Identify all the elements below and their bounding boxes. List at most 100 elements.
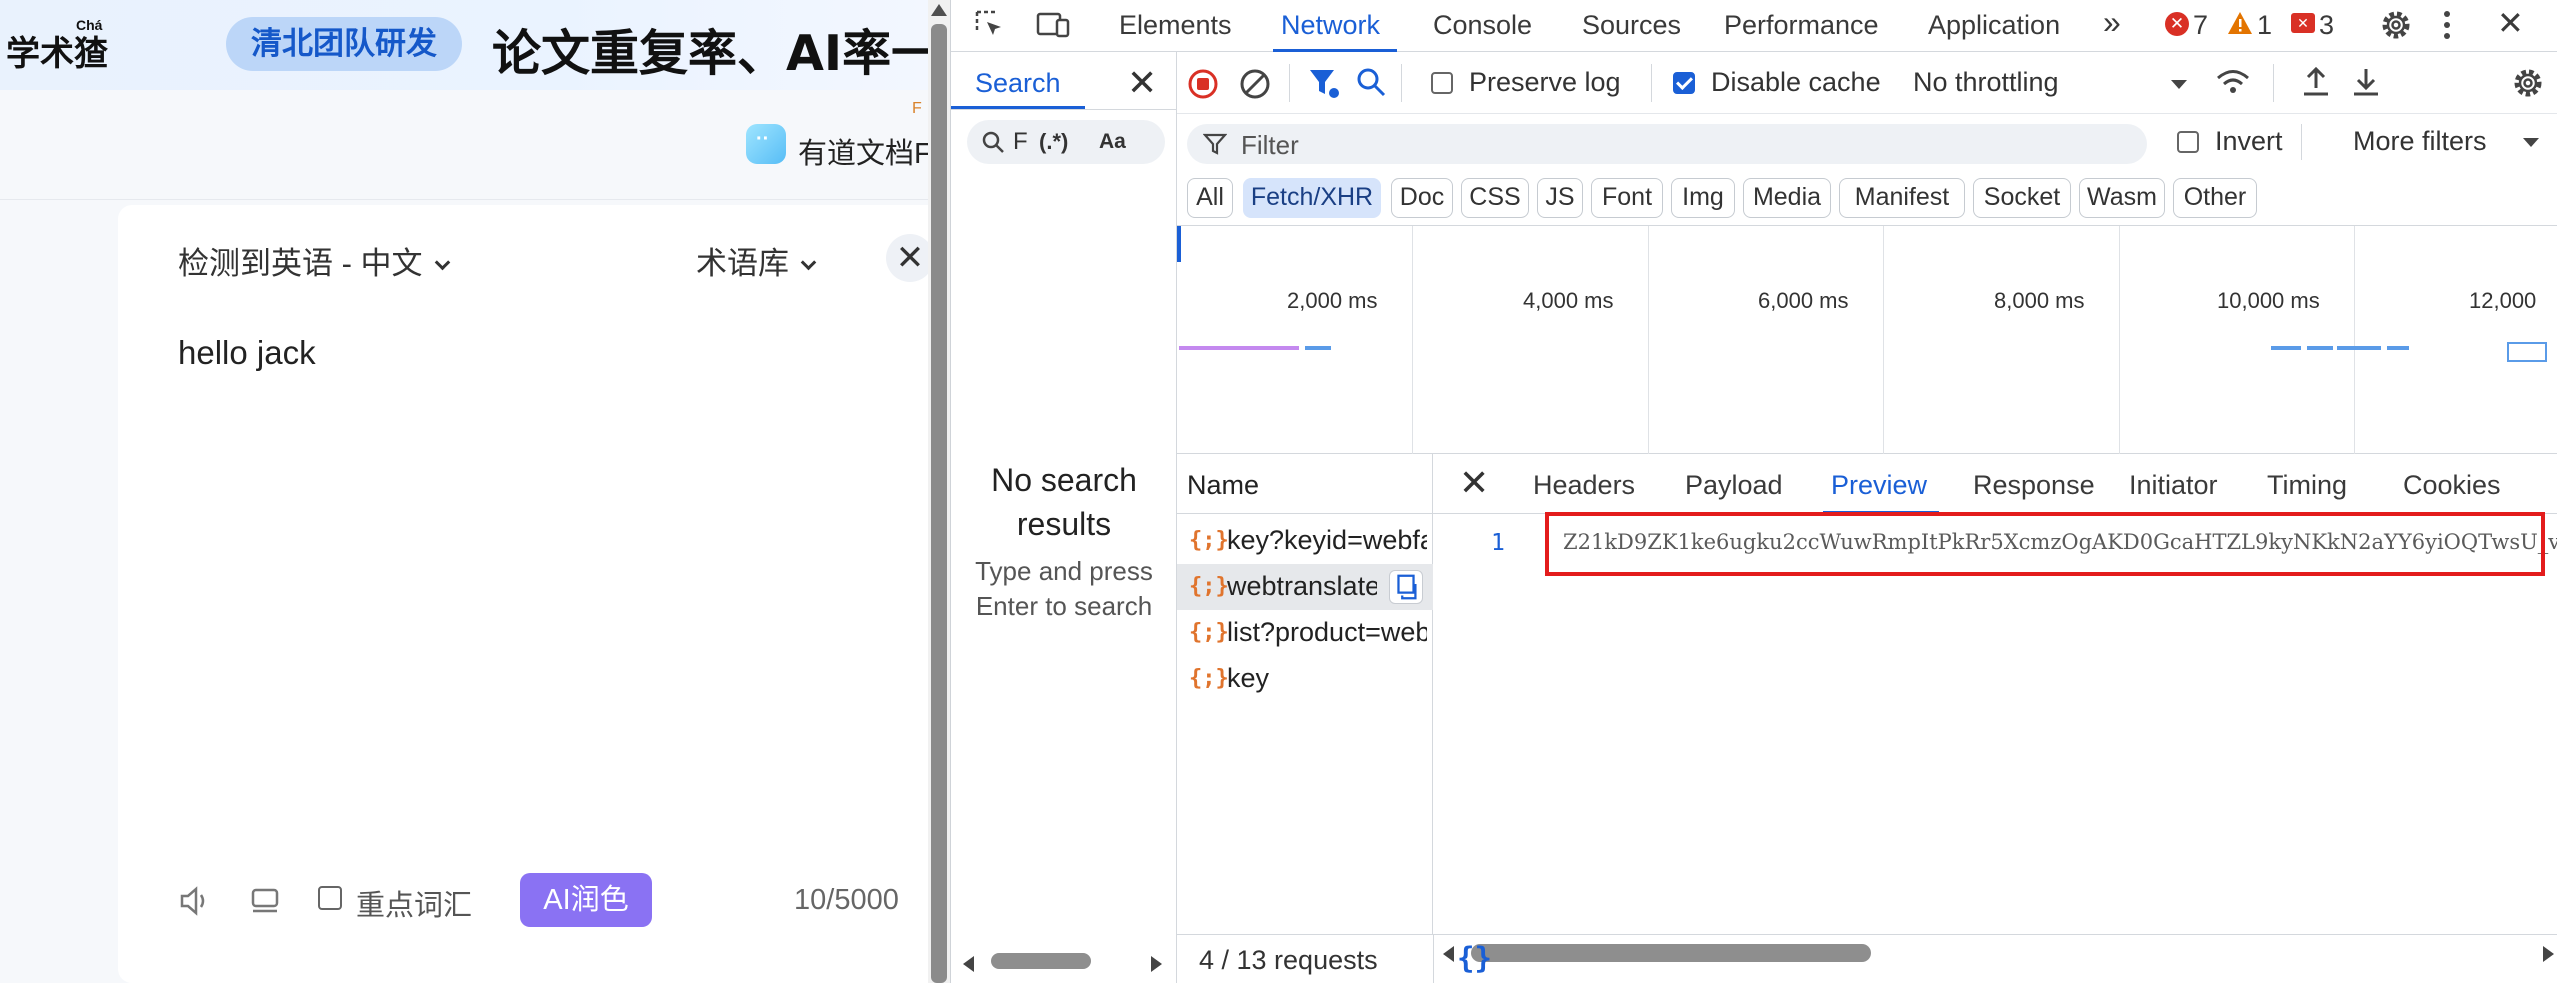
issues-icon[interactable]: ✕	[2291, 13, 2315, 33]
tab-performance[interactable]: Performance	[1724, 10, 1879, 41]
network-overview-timeline[interactable]: 2,000 ms 4,000 ms 6,000 ms 8,000 ms 10,0…	[1177, 226, 2557, 454]
invert-checkbox[interactable]	[2177, 131, 2199, 153]
detail-tab-cookies[interactable]: Cookies	[2403, 470, 2501, 501]
import-har-icon[interactable]	[2301, 66, 2331, 98]
tab-application[interactable]: Application	[1928, 10, 2060, 41]
type-filter-all[interactable]: All	[1187, 178, 1233, 218]
request-row[interactable]: {;} key	[1177, 656, 1433, 702]
page-scrollbar-thumb[interactable]	[931, 24, 947, 983]
more-options-icon[interactable]	[2441, 8, 2453, 42]
timeline-range-handle[interactable]	[1177, 226, 1181, 262]
close-search-button[interactable]: ✕	[1127, 62, 1157, 104]
detail-tab-timing[interactable]: Timing	[2267, 470, 2347, 501]
request-detail-pane: ✕ Headers Payload Preview Response Initi…	[1433, 454, 2557, 962]
type-filter-js[interactable]: JS	[1537, 178, 1583, 218]
type-filter-fetch-xhr[interactable]: Fetch/XHR	[1243, 178, 1381, 218]
timeline-gridline	[1648, 226, 1649, 454]
tab-console[interactable]: Console	[1433, 10, 1532, 41]
request-list: Name {;} key?keyid=webfanyi-key-getter {…	[1177, 454, 1433, 934]
timeline-bar	[2271, 346, 2301, 350]
type-filter-manifest[interactable]: Manifest	[1839, 178, 1965, 218]
chevron-down-icon[interactable]	[2523, 138, 2539, 147]
search-input[interactable]: F (.*) Aa	[967, 120, 1165, 164]
filter-placeholder: Filter	[1241, 130, 1299, 160]
name-column-header[interactable]: Name	[1187, 470, 1259, 501]
tab-sources[interactable]: Sources	[1582, 10, 1681, 41]
warning-icon[interactable]	[2227, 11, 2253, 35]
type-filter-img[interactable]: Img	[1671, 178, 1735, 218]
type-filter-socket[interactable]: Socket	[1973, 178, 2071, 218]
devtools-tabbar: Elements Network Console Sources Perform…	[951, 0, 2557, 52]
type-filter-other[interactable]: Other	[2173, 178, 2257, 218]
close-devtools-icon[interactable]: ✕	[2497, 4, 2524, 42]
disable-cache-checkbox[interactable]	[1673, 72, 1695, 94]
youdao-doc-icon[interactable]	[746, 124, 786, 164]
preserve-log-checkbox[interactable]	[1431, 72, 1453, 94]
request-name: key?keyid=webfanyi-key-getter	[1227, 525, 1427, 555]
type-filter-css[interactable]: CSS	[1461, 178, 1529, 218]
search-icon[interactable]	[1355, 66, 1387, 98]
type-filter-doc[interactable]: Doc	[1391, 178, 1453, 218]
detail-tab-payload[interactable]: Payload	[1685, 470, 1783, 501]
key-vocab-checkbox[interactable]	[318, 886, 342, 910]
timeline-gridline	[2119, 226, 2120, 454]
search-panel: Search ✕ F (.*) Aa No search results Typ…	[951, 52, 1177, 983]
warning-count[interactable]: 1	[2257, 10, 2272, 41]
pretty-print-button[interactable]: {}	[1457, 941, 1492, 975]
tab-network[interactable]: Network	[1281, 10, 1380, 41]
detail-tab-headers[interactable]: Headers	[1533, 470, 1635, 501]
youdao-doc-link[interactable]: 有道文档F	[798, 130, 928, 172]
key-vocab-label: 重点词汇	[356, 890, 473, 922]
request-row-selected[interactable]: {;} webtranslate	[1177, 564, 1433, 610]
disable-cache-label: Disable cache	[1711, 67, 1881, 97]
device-toolbar-icon[interactable]	[1035, 8, 1071, 42]
clear-icon[interactable]	[1239, 68, 1271, 100]
promo-banner[interactable]: 学术猹 Chá 清北团队研发 论文重复率、AI率一	[0, 0, 928, 90]
type-filter-font[interactable]: Font	[1591, 178, 1663, 218]
search-panel-scrollbar-thumb[interactable]	[991, 953, 1091, 969]
error-count[interactable]: 7	[2193, 10, 2208, 41]
xhr-request-icon: {;}	[1189, 666, 1229, 691]
error-icon[interactable]: ✕	[2165, 12, 2189, 36]
close-detail-button[interactable]: ✕	[1459, 462, 1489, 504]
more-tabs-button[interactable]: »	[2103, 4, 2121, 41]
throttling-select[interactable]: No throttling	[1913, 67, 2059, 98]
match-case-toggle[interactable]: Aa	[1099, 130, 1126, 154]
filter-icon[interactable]	[1307, 66, 1341, 100]
request-name: webtranslate	[1227, 571, 1377, 601]
request-row[interactable]: {;} key?keyid=webfanyi-key-getter	[1177, 518, 1433, 564]
site-logo[interactable]: 学术猹	[6, 26, 108, 75]
request-row[interactable]: {;} list?product=webfanyi	[1177, 610, 1433, 656]
search-panel-title[interactable]: Search	[975, 68, 1061, 99]
scroll-right-arrow-icon[interactable]	[1151, 956, 1162, 972]
term-library-dropdown[interactable]: 术语库	[696, 238, 817, 283]
more-filters-dropdown[interactable]: More filters	[2353, 126, 2487, 157]
regex-toggle[interactable]: (.*)	[1039, 129, 1068, 155]
speaker-icon[interactable]	[178, 884, 212, 918]
network-settings-gear-icon[interactable]	[2511, 66, 2545, 100]
filter-input[interactable]: Filter	[1187, 124, 2147, 164]
scroll-left-arrow-icon[interactable]	[963, 956, 974, 972]
type-filter-media[interactable]: Media	[1743, 178, 1831, 218]
network-conditions-icon[interactable]	[2215, 66, 2251, 98]
book-icon[interactable]	[248, 884, 282, 918]
inspect-element-icon[interactable]	[973, 8, 1007, 42]
stop-recording-icon[interactable]	[1187, 68, 1219, 100]
type-filter-wasm[interactable]: Wasm	[2079, 178, 2165, 218]
team-badge: 清北团队研发	[226, 17, 462, 71]
scroll-up-arrow-icon[interactable]	[931, 4, 947, 16]
detail-tab-initiator[interactable]: Initiator	[2129, 470, 2218, 501]
tab-elements[interactable]: Elements	[1119, 10, 1232, 41]
detail-tab-response[interactable]: Response	[1973, 470, 2095, 501]
language-selector[interactable]: 检测到英语 - 中文	[178, 238, 450, 283]
request-action-icon[interactable]	[1389, 570, 1423, 604]
filter-bar: Filter Invert More filters	[1177, 114, 2557, 170]
clear-input-button[interactable]: ✕	[886, 234, 928, 282]
settings-gear-icon[interactable]	[2379, 8, 2413, 42]
ai-polish-button[interactable]: AI润色	[520, 873, 652, 927]
issue-count[interactable]: 3	[2319, 10, 2334, 41]
detail-tab-preview[interactable]: Preview	[1831, 470, 1927, 501]
chevron-down-icon[interactable]	[2171, 80, 2187, 89]
source-text-input[interactable]: hello jack	[178, 334, 316, 372]
export-har-icon[interactable]	[2351, 66, 2381, 98]
